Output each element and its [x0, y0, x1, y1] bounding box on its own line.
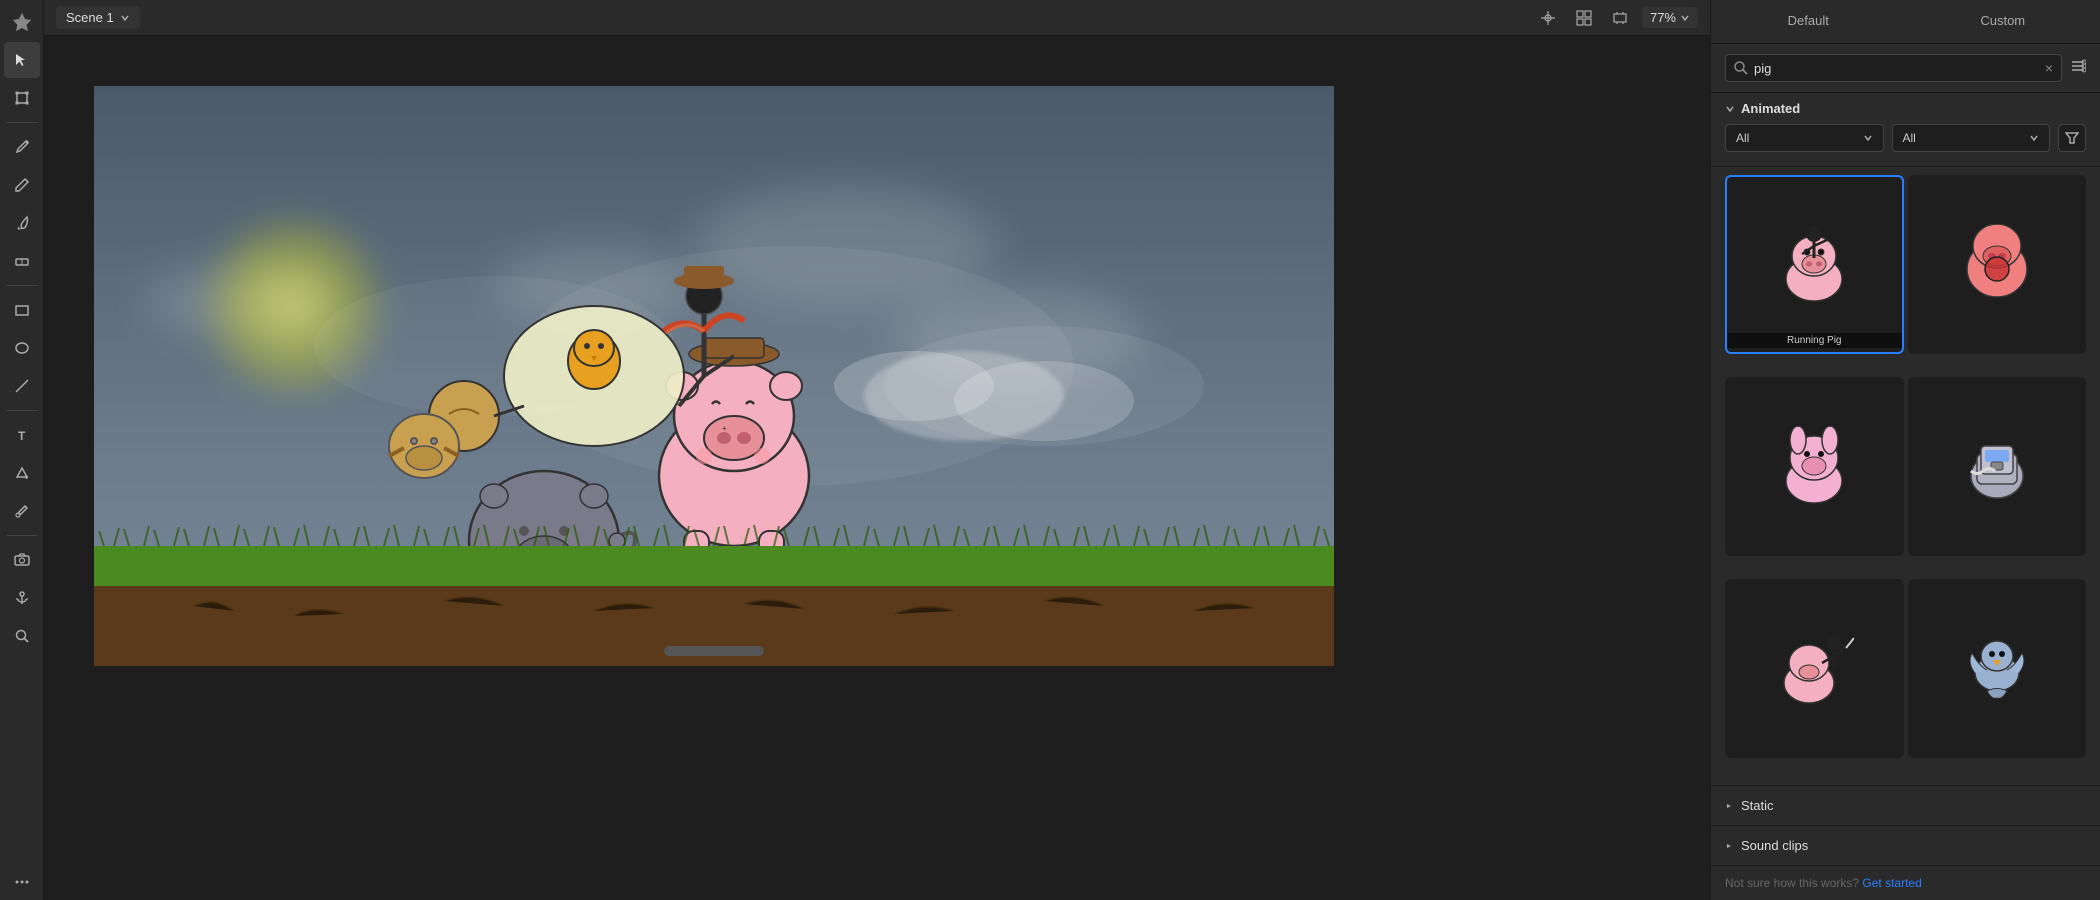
asset-running-pig[interactable]: Running Pig	[1725, 175, 1904, 354]
asset-grid: Running Pig	[1711, 167, 2100, 785]
hint-text: Not sure how this works?	[1725, 876, 1859, 890]
asset-pig4[interactable]	[1908, 377, 2087, 556]
asset-thumb-pig2	[1927, 194, 2067, 334]
tool-zoom[interactable]	[4, 618, 40, 654]
funnel-filter-icon[interactable]	[2058, 124, 2086, 152]
separator-3	[7, 410, 37, 411]
get-started-link[interactable]: Get started	[1862, 876, 1921, 890]
filter-dropdown-1[interactable]: All	[1725, 124, 1884, 152]
top-bar: Scene 1 77%	[44, 0, 1710, 36]
grid-icon[interactable]	[1570, 4, 1598, 32]
animated-collapse-arrow	[1725, 104, 1735, 114]
search-icon	[1734, 61, 1748, 75]
scene-selector[interactable]: Scene 1	[56, 6, 140, 29]
tool-pen[interactable]	[4, 129, 40, 165]
search-clear-button[interactable]: ×	[2045, 60, 2053, 76]
tool-transform[interactable]	[4, 80, 40, 116]
main-area: Scene 1 77%	[44, 0, 1710, 900]
panel-tabs: Default Custom	[1711, 0, 2100, 44]
sound-clips-section: Sound clips	[1711, 825, 2100, 865]
static-header[interactable]: Static	[1725, 798, 2086, 813]
asset-pig3[interactable]	[1725, 377, 1904, 556]
static-arrow-icon	[1725, 802, 1733, 810]
filter-dropdown-2[interactable]: All	[1892, 124, 2051, 152]
asset-thumb-pig5	[1744, 598, 1884, 738]
tool-fill[interactable]	[4, 455, 40, 491]
asset-thumb-pig4	[1927, 396, 2067, 536]
tool-ellipse[interactable]	[4, 330, 40, 366]
sound-clips-label: Sound clips	[1741, 838, 1808, 853]
tool-anchor[interactable]	[4, 580, 40, 616]
separator-2	[7, 285, 37, 286]
tool-line[interactable]	[4, 368, 40, 404]
tool-eraser[interactable]	[4, 243, 40, 279]
tool-pencil[interactable]	[4, 167, 40, 203]
right-panel: Default Custom ×	[1710, 0, 2100, 900]
separator-1	[7, 122, 37, 123]
filter-row-1: All All	[1725, 124, 2086, 152]
filter-2-value: All	[1903, 131, 1916, 145]
search-bar: ×	[1711, 44, 2100, 93]
app-logo	[4, 4, 40, 40]
animated-label: Animated	[1741, 101, 1800, 116]
animated-section: Animated All All	[1711, 93, 2100, 167]
tool-rect[interactable]	[4, 292, 40, 328]
tab-custom[interactable]: Custom	[1906, 0, 2100, 43]
bottom-hint: Not sure how this works? Get started	[1711, 865, 2100, 900]
tool-text[interactable]: T	[4, 417, 40, 453]
left-toolbar: T	[0, 0, 44, 900]
separator-4	[7, 535, 37, 536]
static-label: Static	[1741, 798, 1774, 813]
sound-clips-arrow-icon	[1725, 842, 1733, 850]
list-view-icon[interactable]	[2070, 58, 2086, 79]
tool-brush[interactable]	[4, 205, 40, 241]
tab-default[interactable]: Default	[1711, 0, 1906, 43]
resize-icon[interactable]	[1606, 4, 1634, 32]
tool-select[interactable]	[4, 42, 40, 78]
svg-text:T: T	[18, 429, 26, 443]
tool-eyedropper[interactable]	[4, 493, 40, 529]
asset-thumb-running-pig	[1744, 194, 1884, 334]
asset-label-running-pig: Running Pig	[1727, 333, 1902, 348]
asset-pig5[interactable]	[1725, 579, 1904, 758]
h-scrollbar[interactable]	[664, 646, 764, 656]
stage: +	[94, 86, 1334, 666]
animated-header[interactable]: Animated	[1725, 101, 2086, 116]
canvas-area[interactable]: +	[44, 36, 1710, 900]
asset-bird[interactable]	[1908, 579, 2087, 758]
asset-pig2[interactable]	[1908, 175, 2087, 354]
asset-thumb-pig3	[1744, 396, 1884, 536]
snap-icon[interactable]	[1534, 4, 1562, 32]
sound-clips-header[interactable]: Sound clips	[1725, 838, 2086, 853]
scene-name: Scene 1	[66, 10, 114, 25]
static-section: Static	[1711, 785, 2100, 825]
zoom-control[interactable]: 77%	[1642, 7, 1698, 28]
tool-more[interactable]	[4, 864, 40, 900]
search-container: ×	[1725, 54, 2062, 82]
filter-1-value: All	[1736, 131, 1749, 145]
asset-thumb-bird	[1927, 598, 2067, 738]
search-input[interactable]	[1754, 61, 2039, 76]
zoom-value: 77%	[1650, 10, 1676, 25]
tool-camera[interactable]	[4, 542, 40, 578]
